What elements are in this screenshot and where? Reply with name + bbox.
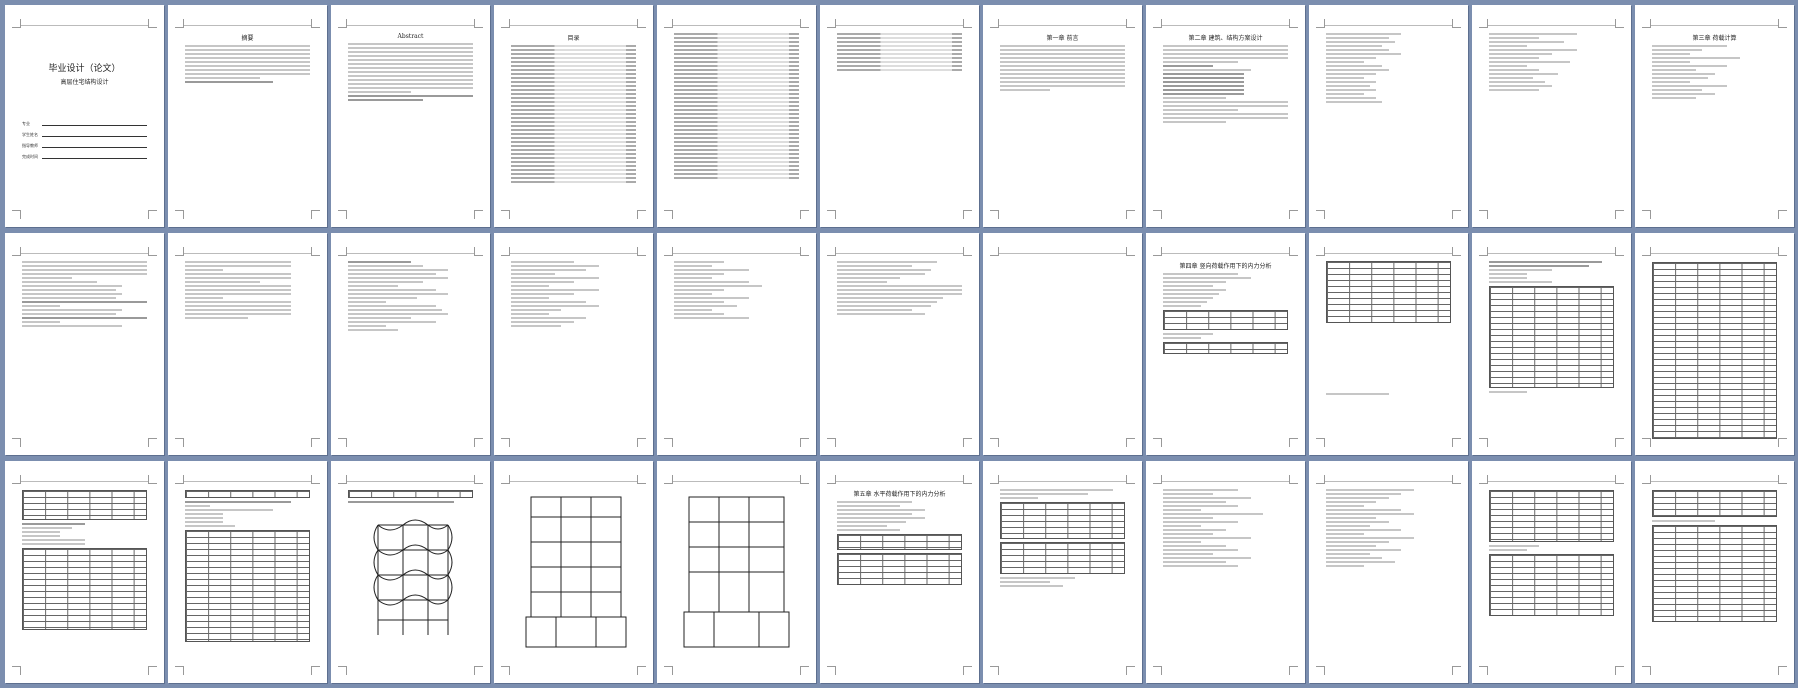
frame-drawing-icon bbox=[373, 519, 453, 635]
page-thumbnail-19[interactable]: 第四章 竖向荷载作用下的内力分析 bbox=[1146, 233, 1305, 455]
page-title: 第一章 前言 bbox=[1046, 35, 1079, 42]
frame-drawing-icon bbox=[683, 496, 790, 648]
page-thumbnail-5[interactable] bbox=[657, 5, 816, 227]
page-thumbnail-24[interactable] bbox=[168, 461, 327, 683]
page-thumbnail-7[interactable]: 第一章 前言 bbox=[983, 5, 1142, 227]
cover-field: 专业 bbox=[22, 121, 147, 127]
page-thumbnail-32[interactable] bbox=[1472, 461, 1631, 683]
page-thumbnail-10[interactable] bbox=[1472, 5, 1631, 227]
document-thumbnail-viewer: 毕业设计（论文） 高层住宅结构设计 专业 学生姓名 指导教师 完成时间 摘要 A… bbox=[0, 0, 1798, 688]
page-thumbnail-29[interactable] bbox=[983, 461, 1142, 683]
page-thumbnail-17[interactable] bbox=[820, 233, 979, 455]
page-thumbnail-1[interactable]: 毕业设计（论文） 高层住宅结构设计 专业 学生姓名 指导教师 完成时间 bbox=[5, 5, 164, 227]
page-thumbnail-33[interactable] bbox=[1635, 461, 1794, 683]
page-thumbnail-25[interactable] bbox=[331, 461, 490, 683]
page-thumbnail-26[interactable] bbox=[494, 461, 653, 683]
page-thumbnail-8[interactable]: 第二章 建筑、结构方案设计 bbox=[1146, 5, 1305, 227]
page-thumbnail-23[interactable] bbox=[5, 461, 164, 683]
page-thumbnail-16[interactable] bbox=[657, 233, 816, 455]
frame-drawing-icon bbox=[525, 496, 627, 648]
page-title: 摘要 bbox=[241, 35, 254, 42]
page-thumbnail-14[interactable] bbox=[331, 233, 490, 455]
page-title: 第四章 竖向荷载作用下的内力分析 bbox=[1179, 263, 1272, 270]
page-thumbnail-4[interactable]: 目录 bbox=[494, 5, 653, 227]
cover-field: 学生姓名 bbox=[22, 132, 147, 138]
page-thumbnail-28[interactable]: 第五章 水平荷载作用下的内力分析 bbox=[820, 461, 979, 683]
page-subtitle: 高层住宅结构设计 bbox=[60, 79, 109, 86]
page-thumbnail-27[interactable] bbox=[657, 461, 816, 683]
page-thumbnail-21[interactable] bbox=[1472, 233, 1631, 455]
page-thumbnail-20[interactable] bbox=[1309, 233, 1468, 455]
page-thumbnail-3[interactable]: Abstract bbox=[331, 5, 490, 227]
page-thumbnail-13[interactable] bbox=[168, 233, 327, 455]
page-title: 毕业设计（论文） bbox=[48, 64, 121, 74]
page-title: 第五章 水平荷载作用下的内力分析 bbox=[853, 491, 946, 498]
page-title: 第三章 荷载计算 bbox=[1692, 35, 1737, 42]
page-thumbnail-31[interactable] bbox=[1309, 461, 1468, 683]
page-thumbnail-11[interactable]: 第三章 荷载计算 bbox=[1635, 5, 1794, 227]
page-thumbnail-6[interactable] bbox=[820, 5, 979, 227]
page-thumbnail-15[interactable] bbox=[494, 233, 653, 455]
page-title: 第二章 建筑、结构方案设计 bbox=[1188, 35, 1263, 42]
page-thumbnail-12[interactable] bbox=[5, 233, 164, 455]
page-title: Abstract bbox=[397, 33, 424, 40]
page-thumbnail-18[interactable] bbox=[983, 233, 1142, 455]
page-thumbnail-22[interactable] bbox=[1635, 233, 1794, 455]
cover-field: 指导教师 bbox=[22, 143, 147, 149]
cover-field: 完成时间 bbox=[22, 154, 147, 160]
page-thumbnail-30[interactable] bbox=[1146, 461, 1305, 683]
page-title: 目录 bbox=[567, 35, 580, 42]
page-thumbnail-9[interactable] bbox=[1309, 5, 1468, 227]
page-thumbnail-2[interactable]: 摘要 bbox=[168, 5, 327, 227]
